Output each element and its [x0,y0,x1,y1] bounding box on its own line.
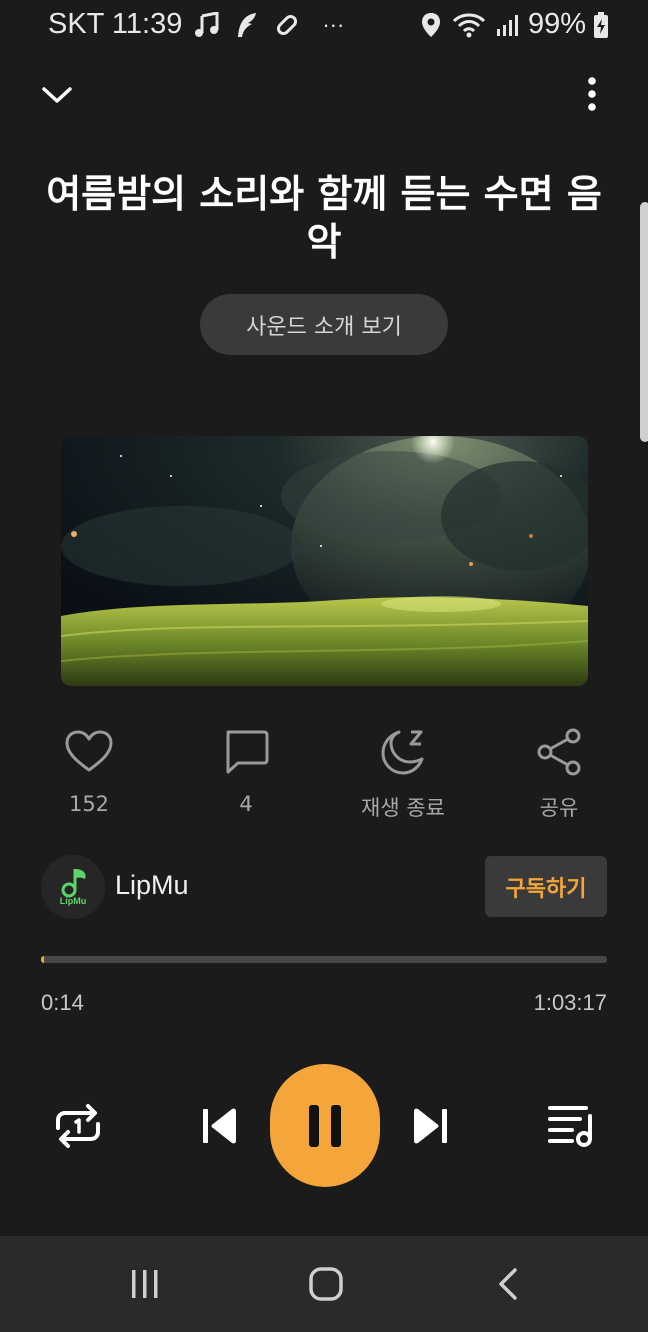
moon-sleep-icon [381,730,424,775]
pause-button[interactable] [270,1064,380,1187]
signal-icon [492,10,522,40]
back-icon [499,1268,517,1300]
sleep-timer-action[interactable]: 재생 종료 [338,726,468,822]
home-icon [309,1267,343,1301]
next-button[interactable] [406,1102,454,1150]
pause-icon [309,1104,341,1147]
sound-intro-button[interactable]: 사운드 소개 보기 [200,294,448,355]
progress-fill [41,956,44,963]
chevron-down-icon [42,87,72,103]
skip-previous-icon [203,1108,236,1144]
music-note-icon [192,10,222,40]
collapse-button[interactable] [36,74,78,116]
location-icon [416,10,446,40]
like-action[interactable]: 152 [24,726,154,816]
track-title: 여름밤의 소리와 함께 듣는 수면 음악 [46,172,602,264]
recents-button[interactable] [121,1260,169,1308]
more-vertical-icon [588,77,596,111]
channel-name[interactable]: LipMu [115,870,189,901]
playlist-button[interactable] [544,1098,600,1154]
link-icon [272,10,302,40]
comment-icon [226,730,269,774]
home-button[interactable] [302,1260,350,1308]
status-bar: SKT 11:39 ··· 99% [0,0,648,52]
battery-charging-icon [592,10,610,40]
album-artwork [61,436,588,686]
repeat-one-button[interactable] [50,1098,106,1154]
avatar-logo-text: LipMu [60,896,87,906]
more-options-button[interactable] [574,72,610,116]
total-time: 1:03:17 [533,990,607,1015]
like-count: 152 [68,792,110,816]
previous-button[interactable] [196,1102,244,1150]
carrier-time: SKT 11:39 [48,8,183,40]
share-icon [537,728,581,776]
back-button[interactable] [484,1260,532,1308]
share-label: 공유 [539,796,579,820]
heart-icon [65,730,113,772]
subscribe-button[interactable]: 구독하기 [485,856,607,917]
skip-next-icon [414,1108,447,1144]
recents-icon [132,1270,158,1298]
channel-avatar[interactable]: LipMu [41,855,105,919]
sleep-timer-label: 재생 종료 [361,796,445,820]
share-action[interactable]: 공유 [494,726,624,822]
scroll-indicator[interactable] [640,202,648,442]
current-time: 0:14 [41,990,84,1015]
repeat-one-icon [56,1104,100,1148]
wifi-icon [452,10,486,40]
app-feather-icon [232,10,262,40]
progress-bar[interactable] [41,956,607,963]
comment-count: 4 [239,792,253,816]
playlist-icon [548,1106,592,1147]
overflow-indicator: ··· [322,11,345,37]
navigation-bar [0,1236,648,1332]
comment-action[interactable]: 4 [181,726,311,816]
battery-percent: 99% [527,8,586,40]
